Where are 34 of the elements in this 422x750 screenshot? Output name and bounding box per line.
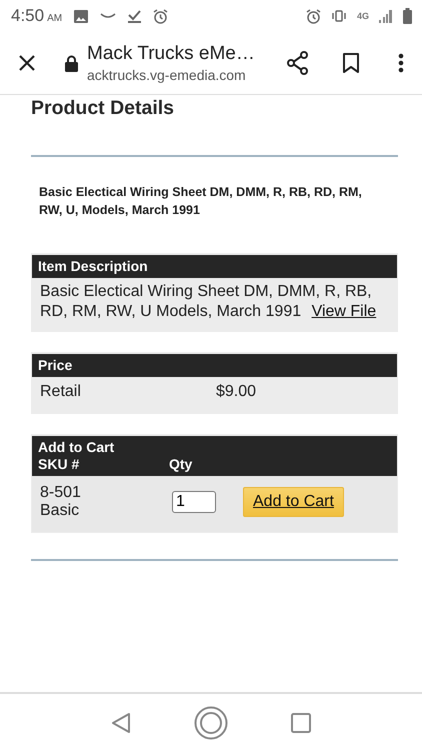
battery-icon — [403, 8, 412, 24]
network-type: 4G — [356, 11, 369, 21]
back-button[interactable] — [111, 712, 132, 734]
column-header: Qty — [169, 456, 194, 473]
clock-time: 4:50 AM — [11, 6, 62, 26]
sku-value: 8-501 Basic — [40, 484, 82, 520]
alarm-icon — [153, 8, 168, 24]
recents-button[interactable] — [290, 713, 311, 733]
page-url: acktrucks.vg-emedia.com — [87, 67, 247, 83]
section-header: Add to Cart — [38, 439, 116, 456]
vibrate-icon — [330, 10, 347, 22]
lock-icon — [65, 54, 78, 72]
price-value: $9.00 — [216, 383, 256, 401]
close-button[interactable] — [19, 55, 35, 71]
download-done-icon — [128, 9, 142, 23]
bookmark-button[interactable] — [343, 53, 359, 73]
image-icon — [74, 10, 88, 22]
add-to-cart-button[interactable]: Add to Cart — [243, 487, 344, 517]
section-header: Price — [32, 354, 397, 377]
column-header: SKU # — [38, 456, 80, 473]
signal-icon — [379, 9, 393, 23]
view-file-link[interactable]: View File — [312, 303, 376, 320]
page-heading: Product Details — [31, 96, 176, 120]
section-header: Item Description — [32, 255, 397, 278]
price-label: Retail — [40, 383, 82, 401]
menu-button[interactable] — [398, 53, 404, 73]
quantity-field[interactable]: 1 — [172, 491, 216, 513]
wave-icon — [100, 13, 116, 19]
home-button[interactable] — [194, 706, 228, 740]
item-description: Basic Electical Wiring Sheet DM, DMM, R, RB, RD, RM, RW, U Models, March 1991 View File — [39, 282, 378, 322]
page-title: Mack Trucks eMe… — [87, 43, 256, 65]
product-title: Basic Electical Wiring Sheet DM, DMM, R, RB, RD, RM, RW, U, Models, March 1991 — [39, 184, 363, 219]
share-button[interactable] — [287, 51, 309, 75]
alarm-icon — [306, 8, 321, 24]
